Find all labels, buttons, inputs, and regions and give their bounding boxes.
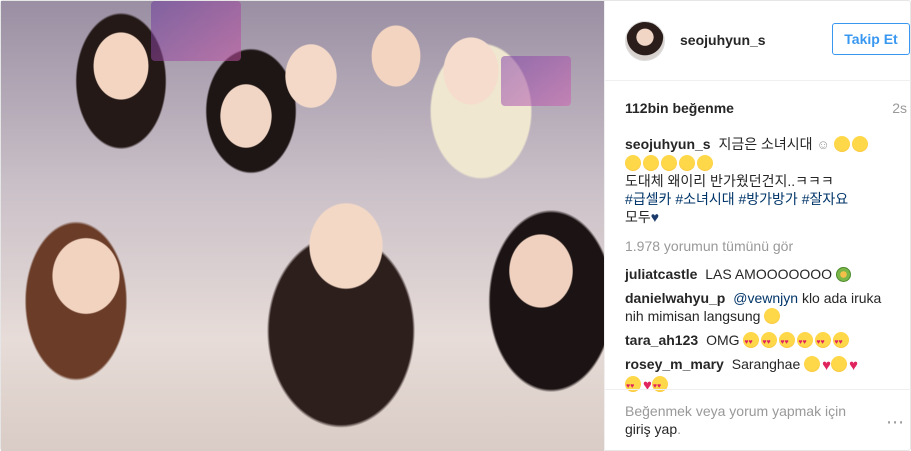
comment-username[interactable]: juliatcastle bbox=[625, 266, 697, 282]
comment-text: Saranghae bbox=[731, 356, 801, 372]
smiley-emoji-icon bbox=[833, 136, 850, 152]
post-time[interactable]: 2s bbox=[892, 100, 907, 116]
comment-item: juliatcastle LAS AMOOOOOOO bbox=[625, 265, 895, 283]
caption-hashtags[interactable]: #급셀카 #소녀시대 #방가방가 #잘자요 bbox=[625, 191, 848, 207]
view-all-comments-link[interactable]: 1.978 yorumun tümünü gör bbox=[625, 237, 895, 255]
smiley-emoji-icon bbox=[643, 155, 659, 171]
kiss-emoji-icon bbox=[804, 356, 821, 372]
post-header: seojuhyun_s Takip Et bbox=[605, 1, 911, 81]
blue-heart-icon: ♥ bbox=[650, 209, 660, 225]
bouquet-emoji-icon bbox=[835, 267, 851, 282]
smiley-emoji-icon bbox=[851, 136, 868, 152]
post-footer: Beğenmek veya yorum yapmak için giriş ya… bbox=[605, 389, 911, 451]
login-prompt-text: Beğenmek veya yorum yapmak için bbox=[625, 403, 846, 419]
caption-username[interactable]: seojuhyun_s bbox=[625, 136, 711, 152]
heart-icon: ♥ bbox=[849, 357, 858, 374]
heart-eyes-emoji-icon bbox=[815, 332, 832, 352]
heart-icon: ♥ bbox=[822, 357, 832, 374]
laughing-emoji-icon bbox=[764, 308, 781, 324]
comment-username[interactable]: rosey_m_mary bbox=[625, 356, 724, 372]
caption-text-2: 도대체 왜이리 반가웠던건지..ㅋㅋㅋ bbox=[625, 173, 834, 189]
heart-eyes-emoji-icon bbox=[797, 332, 814, 352]
smiley-emoji-icon bbox=[679, 155, 695, 171]
kiss-emoji-icon bbox=[831, 356, 848, 372]
likes-count[interactable]: 112bin beğenme bbox=[625, 100, 734, 116]
comment-username[interactable]: danielwahyu_p bbox=[625, 290, 725, 306]
heart-eyes-emoji-icon bbox=[761, 332, 778, 352]
comment-item: tara_ah123 OMG bbox=[625, 331, 895, 352]
post-side-panel: seojuhyun_s Takip Et 112bin beğenme 2s s… bbox=[604, 1, 911, 451]
avatar[interactable] bbox=[625, 21, 665, 61]
header-username[interactable]: seojuhyun_s bbox=[680, 32, 766, 48]
comment-item: danielwahyu_p @vewnjyn klo ada iruka nih… bbox=[625, 289, 895, 325]
follow-button[interactable]: Takip Et bbox=[832, 23, 910, 55]
more-options-icon[interactable]: ⋯ bbox=[886, 412, 905, 433]
smile-icon: ☺ bbox=[816, 137, 830, 152]
background-banner bbox=[501, 56, 571, 106]
comment-mention[interactable]: @vewnjyn bbox=[733, 290, 798, 306]
heart-eyes-emoji-icon bbox=[743, 332, 760, 352]
comment-text: OMG bbox=[706, 332, 740, 348]
smiley-emoji-icon bbox=[697, 155, 713, 171]
login-link[interactable]: giriş yap bbox=[625, 421, 677, 437]
caption: seojuhyun_s 지금은 소녀시대 ☺ 도대체 왜이리 반가웠던건지..ㅋ… bbox=[625, 135, 895, 226]
smiley-emoji-icon bbox=[625, 155, 641, 171]
caption-text-1: 지금은 소녀시대 bbox=[718, 136, 813, 152]
login-prompt: Beğenmek veya yorum yapmak için giriş ya… bbox=[625, 402, 875, 438]
comment-username[interactable]: tara_ah123 bbox=[625, 332, 698, 348]
post-photo[interactable] bbox=[1, 1, 604, 451]
instagram-post: seojuhyun_s Takip Et 112bin beğenme 2s s… bbox=[0, 0, 911, 451]
caption-text-3: 모두 bbox=[625, 209, 651, 225]
comment-text: LAS AMOOOOOOO bbox=[705, 266, 833, 282]
heart-eyes-emoji-icon bbox=[833, 332, 850, 352]
heart-eyes-emoji-icon bbox=[779, 332, 796, 352]
login-prompt-suffix: . bbox=[677, 421, 682, 437]
smiley-emoji-icon bbox=[661, 155, 677, 171]
comments-list: seojuhyun_s 지금은 소녀시대 ☺ 도대체 왜이리 반가웠던건지..ㅋ… bbox=[625, 135, 895, 401]
